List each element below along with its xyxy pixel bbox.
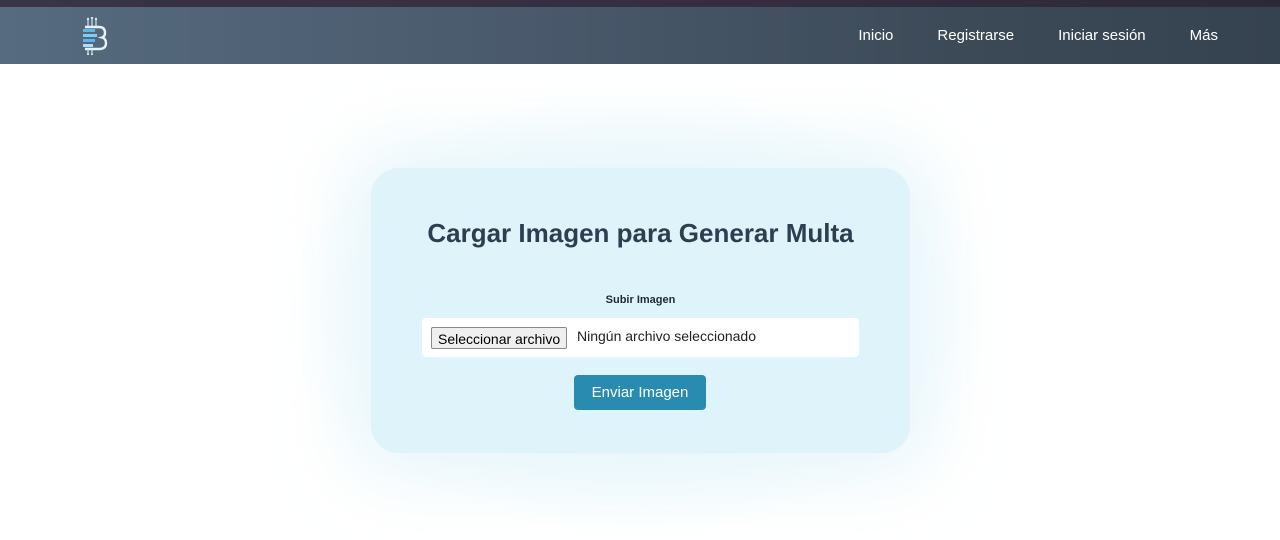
top-accent-strip	[0, 0, 1280, 7]
nav-link-inicio[interactable]: Inicio	[858, 27, 893, 44]
file-input[interactable]: Seleccionar archivo Ningún archivo selec…	[422, 318, 859, 357]
circuit-b-logo-icon	[83, 16, 108, 56]
submit-image-button[interactable]: Enviar Imagen	[574, 375, 706, 410]
nav-link-iniciar-sesion[interactable]: Iniciar sesión	[1058, 27, 1146, 44]
logo[interactable]	[80, 16, 110, 56]
upload-field-label: Subir Imagen	[605, 294, 676, 306]
select-file-button[interactable]: Seleccionar archivo	[431, 327, 568, 349]
file-status-text: Ningún archivo seleccionado	[577, 328, 756, 344]
upload-card: Cargar Imagen para Generar Multa Subir I…	[371, 168, 910, 453]
nav-link-mas[interactable]: Más	[1190, 27, 1218, 44]
card-title: Cargar Imagen para Generar Multa	[427, 218, 854, 248]
navbar: Inicio Registrarse Iniciar sesión Más	[0, 7, 1280, 64]
nav-links: Inicio Registrarse Iniciar sesión Más	[814, 7, 1218, 64]
nav-link-registrarse[interactable]: Registrarse	[937, 27, 1014, 44]
